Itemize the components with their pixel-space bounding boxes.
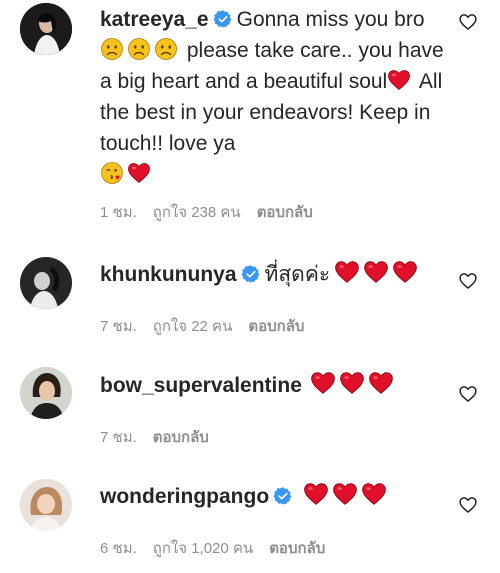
comment-time[interactable]: 7 ชม. xyxy=(100,429,137,446)
comment-text: Gonna miss you bro xyxy=(236,8,425,31)
red-heart-emoji xyxy=(392,259,418,285)
like-heart-icon[interactable] xyxy=(458,12,478,32)
red-heart-emoji xyxy=(387,68,411,92)
red-heart-emoji xyxy=(368,370,394,396)
like-heart-icon[interactable] xyxy=(458,271,478,291)
comment-text: ที่สุดค่ะ xyxy=(264,263,331,286)
red-heart-emoji xyxy=(339,370,365,396)
red-heart-emoji xyxy=(334,259,360,285)
comment-meta: 1 ชม. ถูกใจ 238 คน ตอบกลับ xyxy=(100,200,329,224)
comment-time[interactable]: 7 ชม. xyxy=(100,318,137,335)
avatar[interactable] xyxy=(20,3,72,55)
comment-username[interactable]: khunkununya xyxy=(100,263,237,286)
comment-meta: 7 ชม. ถูกใจ 22 คน ตอบกลับ xyxy=(100,314,320,338)
comment-body: khunkununya ที่สุดค่ะ xyxy=(100,259,445,290)
red-heart-emoji xyxy=(332,481,358,507)
comment-username[interactable]: katreeya_e xyxy=(100,8,209,31)
reply-button[interactable]: ตอบกลับ xyxy=(248,318,304,335)
comment-likes[interactable]: ถูกใจ 1,020 คน xyxy=(153,540,253,557)
red-heart-emoji xyxy=(361,481,387,507)
sad-face-emoji xyxy=(100,37,124,61)
comment-body: bow_supervalentine xyxy=(100,370,445,401)
comment-time[interactable]: 1 ชม. xyxy=(100,204,137,221)
reply-button[interactable]: ตอบกลับ xyxy=(269,540,325,557)
reply-button[interactable]: ตอบกลับ xyxy=(153,429,209,446)
comment-body: katreeya_e Gonna miss you bro please take… xyxy=(100,4,445,190)
sad-face-emoji xyxy=(127,37,151,61)
avatar[interactable] xyxy=(20,479,72,531)
comment-meta: 7 ชม. ตอบกลับ xyxy=(100,425,225,449)
comment-username[interactable]: bow_supervalentine xyxy=(100,374,302,397)
avatar[interactable] xyxy=(20,367,72,419)
verified-badge-icon xyxy=(273,486,293,506)
verified-badge-icon xyxy=(213,9,233,29)
reply-button[interactable]: ตอบกลับ xyxy=(257,204,313,221)
avatar[interactable] xyxy=(20,257,72,309)
comment-body: wonderingpango xyxy=(100,481,445,512)
like-heart-icon[interactable] xyxy=(458,384,478,404)
comment-username[interactable]: wonderingpango xyxy=(100,485,269,508)
comment-meta: 6 ชม. ถูกใจ 1,020 คน ตอบกลับ xyxy=(100,536,341,560)
red-heart-emoji xyxy=(303,481,329,507)
red-heart-emoji xyxy=(310,370,336,396)
red-heart-emoji xyxy=(127,161,151,185)
sad-face-emoji xyxy=(154,37,178,61)
comment-likes[interactable]: ถูกใจ 22 คน xyxy=(153,318,233,335)
comment-likes[interactable]: ถูกใจ 238 คน xyxy=(153,204,241,221)
red-heart-emoji xyxy=(363,259,389,285)
verified-badge-icon xyxy=(241,264,261,284)
like-heart-icon[interactable] xyxy=(458,495,478,515)
kiss-face-emoji xyxy=(100,161,124,185)
comment-time[interactable]: 6 ชม. xyxy=(100,540,137,557)
